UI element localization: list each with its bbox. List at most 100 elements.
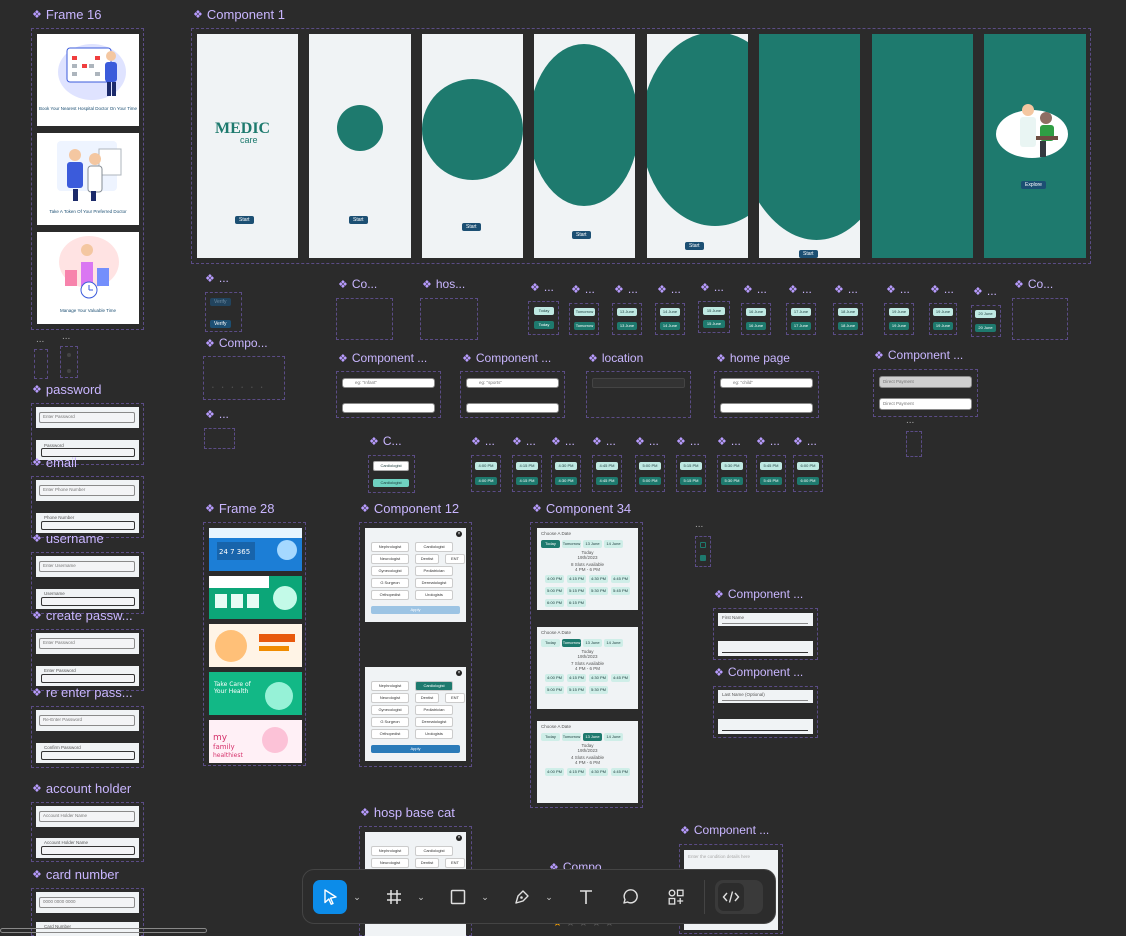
date-pill-selected[interactable]: 19 June	[933, 322, 953, 330]
time-slot-component[interactable]	[551, 455, 581, 492]
create-password-input[interactable]: Enter Password	[39, 638, 135, 649]
schedule-card-today[interactable]: Choose A Date Today Tomorrow 13 June 14 June…	[537, 528, 638, 610]
date-pill-selected[interactable]: 16 June	[746, 322, 766, 330]
time-slot[interactable]: 5:00 PM	[545, 686, 564, 694]
date-pill-selected[interactable]: 19 June	[889, 322, 909, 330]
date-comp-label[interactable]: ❖...	[834, 282, 858, 296]
time-slot-pill-selected[interactable]: 5:00 PM	[639, 477, 661, 485]
small-component-label[interactable]: ❖...	[205, 407, 229, 421]
time-slot[interactable]: 4:30 PM	[589, 674, 608, 682]
chevron-down-icon[interactable]: ⌄	[415, 880, 427, 914]
time-slot-component-label[interactable]: ❖...	[592, 434, 616, 448]
category-chip[interactable]: Dentist	[415, 554, 439, 564]
last-name-input-active[interactable]	[722, 730, 808, 731]
splash-variant-2[interactable]: Start	[309, 34, 411, 258]
time-slot-pill-selected[interactable]: 5:45 PM	[760, 477, 782, 485]
time-slot-component-label[interactable]: ❖...	[512, 434, 536, 448]
banner-3[interactable]	[209, 624, 302, 667]
category-chip[interactable]: Cardiologist	[373, 461, 409, 471]
hospital-list-component[interactable]	[420, 298, 478, 340]
text-tool-button[interactable]	[569, 880, 603, 914]
category-chip[interactable]: Nephrologist	[371, 681, 409, 691]
otp-component[interactable]	[203, 356, 285, 400]
time-slot[interactable]: 5:00 PM	[545, 587, 564, 595]
hosp-base-cat-label[interactable]: ❖ hosp base cat	[360, 805, 455, 820]
time-slot-component-label[interactable]: ❖...	[676, 434, 700, 448]
time-slot-pill-selected[interactable]: 4:45 PM	[596, 477, 618, 485]
time-slot-component-label[interactable]: ❖...	[635, 434, 659, 448]
small-component[interactable]	[204, 428, 235, 449]
search-input[interactable]: eg: "Infant"	[342, 378, 435, 388]
splash-variant-7[interactable]	[872, 34, 973, 258]
co-label[interactable]: ❖ Co...	[338, 277, 377, 291]
date-tab[interactable]: 13 June	[583, 639, 602, 647]
date-pill-selected[interactable]: 20 June	[975, 324, 996, 332]
checklist-component-2[interactable]	[1012, 298, 1068, 340]
component12-label[interactable]: ❖ Component 12	[360, 501, 459, 516]
date-pill[interactable]: 17 June	[791, 308, 811, 316]
date-pill[interactable]: 13 June	[617, 308, 637, 316]
close-icon[interactable]: ×	[456, 531, 462, 537]
comment-tool-button[interactable]	[613, 880, 647, 914]
time-slot-pill[interactable]: 6:00 PM	[797, 462, 819, 470]
date-comp-label[interactable]: ❖...	[930, 282, 954, 296]
date-pill[interactable]: 18 June	[838, 308, 858, 316]
date-pill-selected[interactable]: 18 June	[838, 322, 858, 330]
time-slot-component[interactable]	[592, 455, 622, 492]
payment-option[interactable]: Direct Payment	[879, 376, 972, 388]
start-button[interactable]: Start	[572, 231, 591, 239]
category-chip[interactable]: Neurologist	[371, 554, 409, 564]
category-chip[interactable]: Neurologist	[371, 858, 409, 868]
date-tab[interactable]: 13 June	[583, 540, 602, 548]
password-input[interactable]: Enter Password	[39, 412, 135, 423]
start-button[interactable]: Start	[685, 242, 704, 250]
date-pill-selected[interactable]: 15 June	[703, 320, 725, 328]
username-label[interactable]: ❖ username	[32, 531, 104, 546]
date-tab[interactable]: 13 June	[583, 733, 602, 741]
time-slot-component-label[interactable]: ❖...	[793, 434, 817, 448]
location-input[interactable]	[592, 378, 685, 388]
date-comp-label[interactable]: ❖...	[657, 282, 681, 296]
time-slot-component[interactable]	[676, 455, 706, 492]
today-pill[interactable]: Today	[534, 307, 554, 315]
hos-label[interactable]: ❖ hos...	[422, 277, 465, 291]
dev-mode-toggle[interactable]	[715, 880, 763, 914]
username-input[interactable]: Enter Username	[39, 561, 135, 572]
create-password-label[interactable]: ❖ create passw...	[32, 608, 133, 623]
onboard-slide-3[interactable]: Manage Your Valuable Time	[37, 232, 139, 324]
time-slot[interactable]: 4:30 PM	[589, 575, 608, 583]
category-chip[interactable]: Pediatrician	[415, 705, 453, 715]
frame28-label[interactable]: ❖ Frame 28	[205, 501, 275, 516]
date-pill[interactable]: 19 June	[889, 308, 909, 316]
horizontal-scrollbar[interactable]	[0, 928, 207, 933]
verify-button-disabled[interactable]: Verify	[210, 298, 231, 306]
payment-option-selected[interactable]: Direct Payment	[879, 398, 972, 410]
frame16-label[interactable]: ❖ Frame 16	[32, 7, 102, 22]
date-comp-label[interactable]: ❖...	[571, 282, 595, 296]
time-slot-pill[interactable]: 5:45 PM	[760, 462, 782, 470]
banner-1[interactable]: 24 7 365	[209, 528, 302, 571]
radio-component[interactable]	[906, 431, 922, 457]
search-component-label[interactable]: ❖ Component ...	[338, 351, 427, 365]
pen-tool-button[interactable]	[505, 880, 539, 914]
date-comp-label[interactable]: ❖...	[886, 282, 910, 296]
start-button[interactable]: Start	[235, 216, 254, 224]
chevron-down-icon[interactable]: ⌄	[543, 880, 555, 914]
time-slot[interactable]: 5:15 PM	[567, 686, 586, 694]
time-slot-component-label[interactable]: ❖...	[551, 434, 575, 448]
time-slot[interactable]: 4:30 PM	[589, 768, 608, 776]
time-slot[interactable]: 4:15 PM	[567, 674, 586, 682]
date-pill-selected[interactable]: 13 June	[617, 322, 637, 330]
category-chip[interactable]: Neurologist	[371, 693, 409, 703]
co-label-2[interactable]: ❖ Co...	[1014, 277, 1053, 291]
date-tab[interactable]: 14 June	[604, 540, 623, 548]
actions-tool-button[interactable]	[659, 880, 693, 914]
onboard-slide-2[interactable]: Take A Token Of Your Preferred Doctor	[37, 133, 139, 225]
verify-component-label[interactable]: ❖...	[205, 271, 229, 285]
date-comp-label[interactable]: ❖...	[743, 282, 767, 296]
start-button[interactable]: Start	[349, 216, 368, 224]
category-chip[interactable]: Dermatologist	[415, 578, 453, 588]
time-slot-pill[interactable]: 5:30 PM	[721, 462, 743, 470]
onboard-slide-1[interactable]: Book Your Nearest Hospital Doctor On You…	[37, 34, 139, 126]
component1-label[interactable]: ❖ Component 1	[193, 7, 285, 22]
